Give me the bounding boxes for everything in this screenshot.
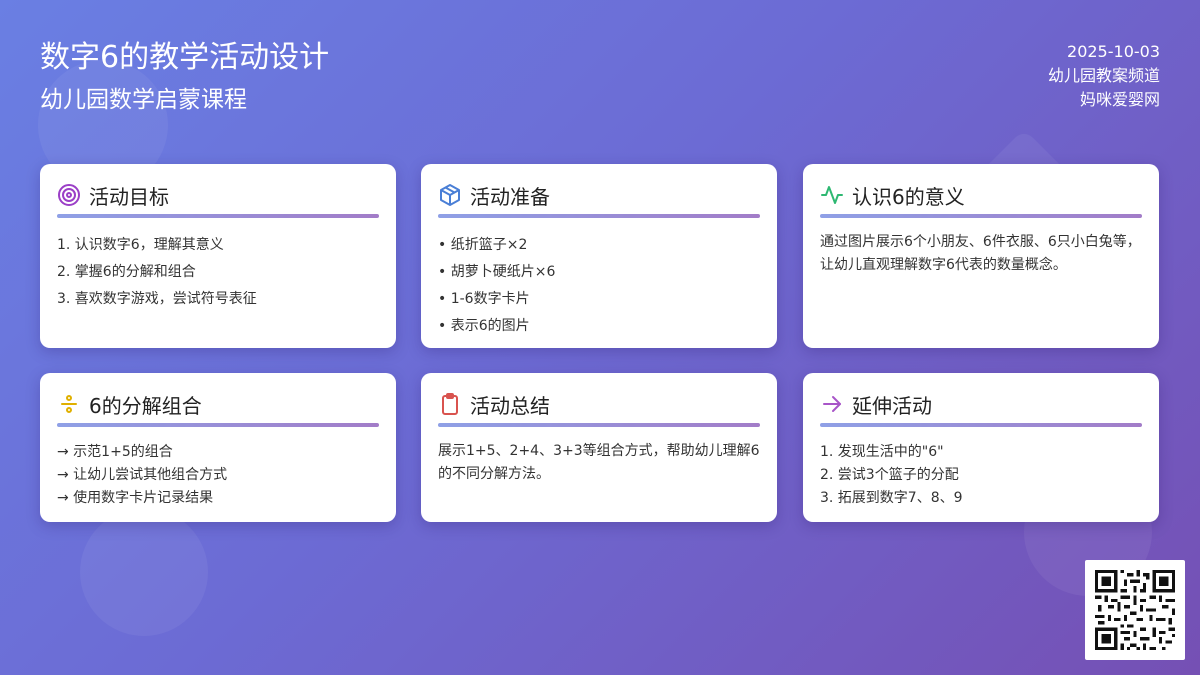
- divider: [438, 423, 760, 427]
- target-icon: [58, 184, 80, 206]
- divider: [57, 214, 379, 218]
- list-item: 3. 喜欢数字游戏，尝试符号表征: [57, 291, 257, 307]
- divider: [820, 214, 1142, 218]
- arrow-right-icon: [823, 396, 841, 412]
- channel-label: 幼儿园教案频道: [1047, 66, 1160, 85]
- divider: [438, 214, 760, 218]
- list-item: • 1-6数字卡片: [438, 291, 530, 307]
- card-summary: 活动总结 展示1+5、2+4、3+3等组合方式，帮助幼儿理解6的不同分解方法。: [421, 373, 777, 522]
- list-item: 2. 掌握6的分解和组合: [57, 264, 196, 280]
- card-decomposition: 6的分解组合 → 示范1+5的组合 → 让幼儿尝试其他组合方式 → 使用数字卡片…: [40, 373, 396, 522]
- divider: [57, 423, 379, 427]
- list-item: → 示范1+5的组合: [57, 444, 173, 460]
- page-subtitle: 幼儿园数学启蒙课程: [40, 87, 247, 113]
- box-icon: [440, 184, 460, 206]
- pulse-icon: [821, 186, 843, 204]
- card-text: 展示1+5、2+4、3+3等组合方式，帮助幼儿理解6的不同分解方法。: [438, 443, 760, 482]
- list-item: → 使用数字卡片记录结果: [57, 490, 214, 506]
- list-item: 1. 发现生活中的"6": [820, 444, 944, 460]
- qr-code-icon: [1095, 570, 1175, 650]
- card-title: 活动目标: [89, 184, 169, 209]
- list-item: • 胡萝卜硬纸片×6: [438, 264, 556, 280]
- header: 数字6的教学活动设计 幼儿园数学启蒙课程: [40, 38, 329, 118]
- card-activity-goals: 活动目标 1. 认识数字6，理解其意义 2. 掌握6的分解和组合 3. 喜欢数字…: [40, 164, 396, 348]
- card-activity-preparation: 活动准备 • 纸折篮子×2 • 胡萝卜硬纸片×6 • 1-6数字卡片 • 表示6…: [421, 164, 777, 348]
- card-title: 活动总结: [470, 393, 550, 418]
- divide-icon: [61, 395, 77, 413]
- card-text: 通过图片展示6个小朋友、6件衣服、6只小白兔等，让幼儿直观理解数字6代表的数量概…: [820, 234, 1141, 273]
- page-title: 数字6的教学活动设计: [40, 40, 330, 75]
- list-item: 2. 尝试3个篮子的分配: [820, 467, 959, 483]
- list-item: • 纸折篮子×2: [438, 237, 528, 253]
- date-label: 2025-10-03: [1067, 42, 1160, 61]
- header-meta: 2025-10-03 幼儿园教案频道 妈咪爱婴网: [1048, 40, 1160, 112]
- site-label: 妈咪爱婴网: [1079, 90, 1160, 109]
- qr-code[interactable]: [1085, 560, 1185, 660]
- card-title: 延伸活动: [852, 393, 932, 418]
- clipboard-icon: [442, 393, 458, 415]
- divider: [820, 423, 1142, 427]
- list-item: → 让幼儿尝试其他组合方式: [57, 467, 228, 483]
- card-title: 6的分解组合: [89, 393, 202, 418]
- list-item: 1. 认识数字6，理解其意义: [57, 237, 224, 253]
- card-title: 活动准备: [470, 184, 550, 209]
- decor-circle: [80, 508, 208, 636]
- list-item: • 表示6的图片: [438, 318, 530, 334]
- card-meaning-of-six: 认识6的意义 通过图片展示6个小朋友、6件衣服、6只小白兔等，让幼儿直观理解数字…: [803, 164, 1159, 348]
- card-title: 认识6的意义: [852, 184, 965, 209]
- list-item: 3. 拓展到数字7、8、9: [820, 490, 963, 506]
- card-extension: 延伸活动 1. 发现生活中的"6" 2. 尝试3个篮子的分配 3. 拓展到数字7…: [803, 373, 1159, 522]
